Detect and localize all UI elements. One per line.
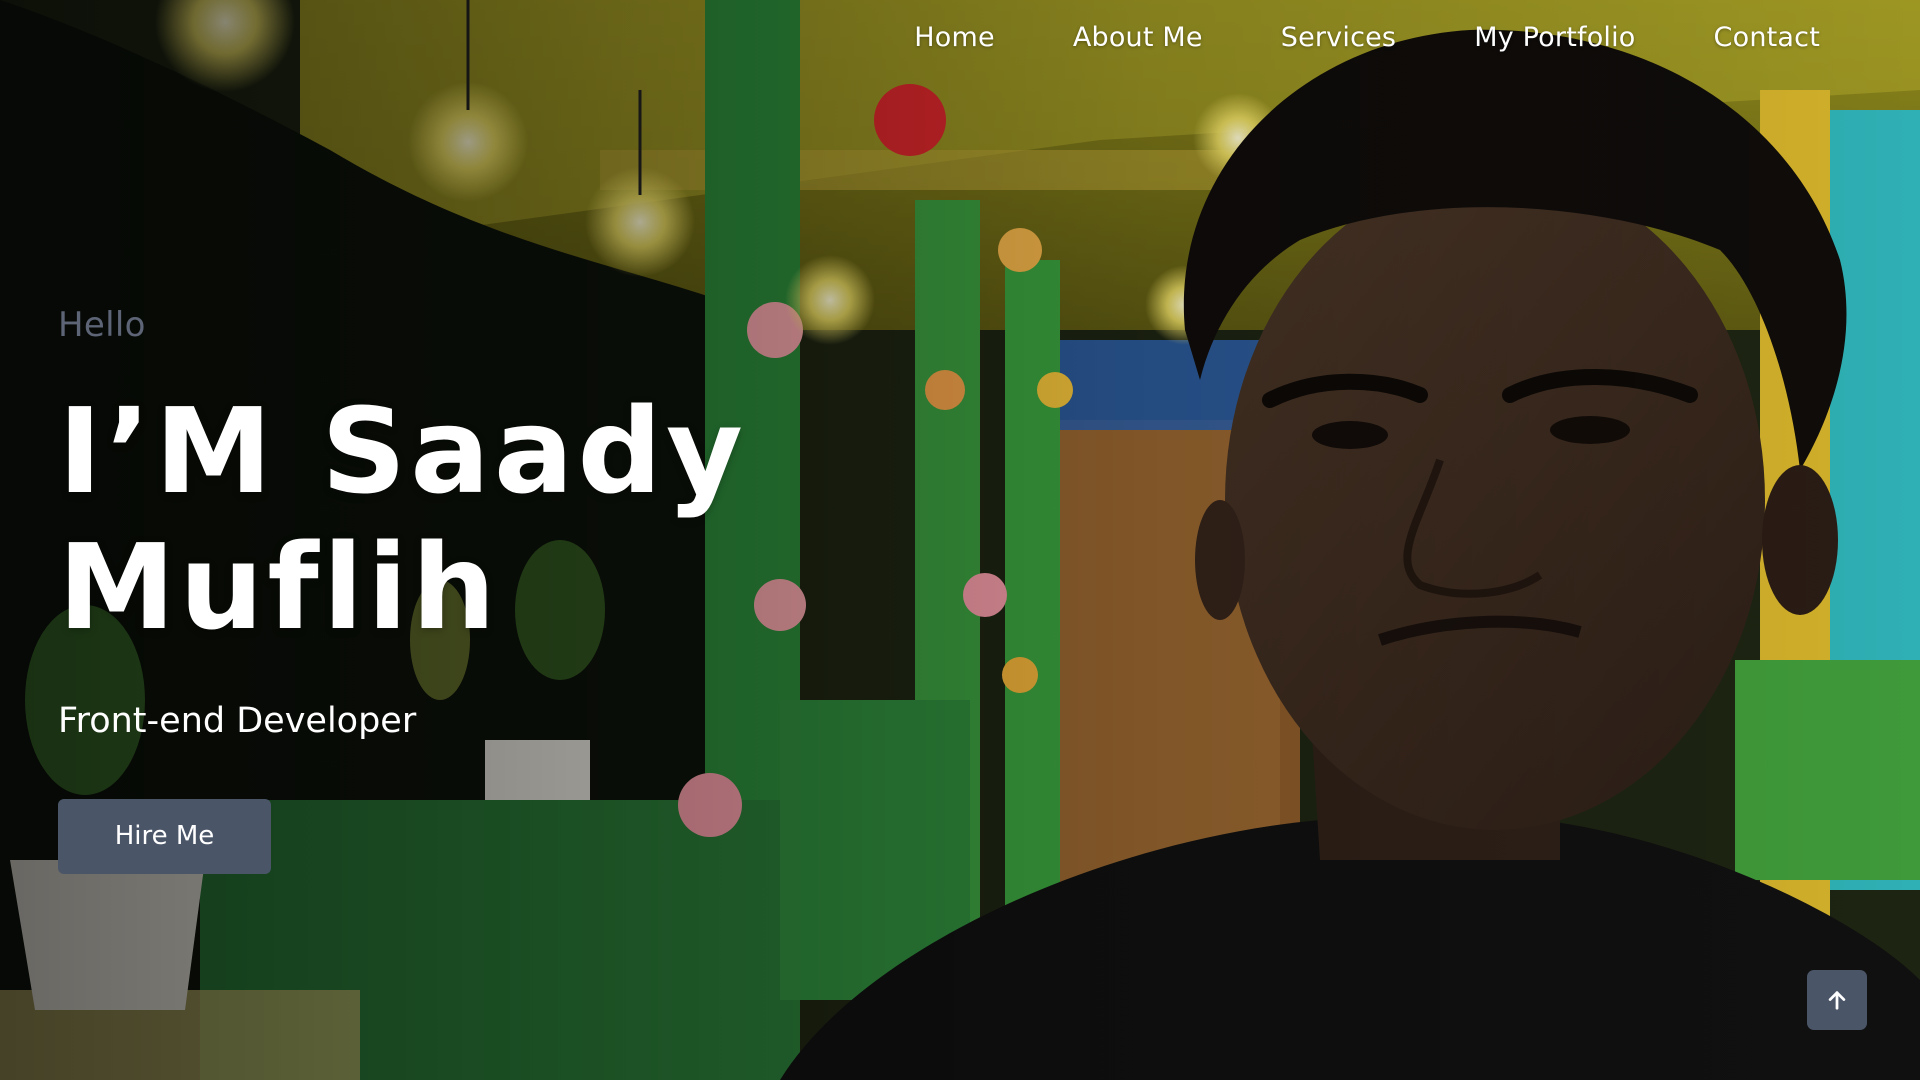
hero-content: Hello I’M Saady Muflih Front-end Develop… xyxy=(58,305,747,874)
hero-name-line2: Muflih xyxy=(58,518,500,656)
hire-me-button[interactable]: Hire Me xyxy=(58,799,271,874)
hero-role-text: Front-end Developer xyxy=(58,701,417,741)
scroll-to-top-button[interactable] xyxy=(1807,970,1867,1030)
nav-services[interactable]: Services xyxy=(1281,22,1396,53)
hero-name-line1: I’M Saady xyxy=(58,382,747,520)
greeting-text: Hello xyxy=(58,305,146,345)
hero-name-heading: I’M Saady Muflih xyxy=(58,383,747,655)
nav-contact[interactable]: Contact xyxy=(1714,22,1820,53)
nav-my-portfolio[interactable]: My Portfolio xyxy=(1474,22,1635,53)
arrow-up-icon xyxy=(1828,991,1846,1010)
nav-about-me[interactable]: About Me xyxy=(1073,22,1203,53)
hero-section: Home About Me Services My Portfolio Cont… xyxy=(0,0,1920,1080)
nav-home[interactable]: Home xyxy=(914,22,995,53)
main-nav: Home About Me Services My Portfolio Cont… xyxy=(914,22,1820,53)
